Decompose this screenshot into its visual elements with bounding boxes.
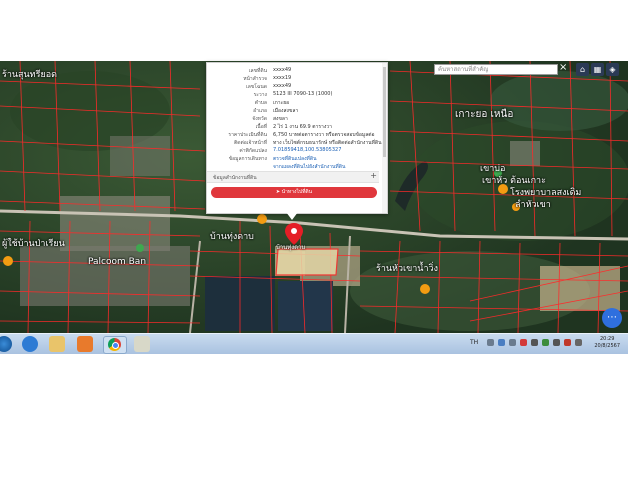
popup-row: ค่าพิกัดแปลง 7.01859418,100.53805327 — [207, 147, 385, 155]
volume-icon[interactable] — [575, 339, 582, 346]
home-icon[interactable]: ⌂ — [576, 63, 589, 76]
navigate-button[interactable]: ➤ นำทางไปที่ดิน — [211, 187, 377, 198]
popup-row-link[interactable]: ตรวจที่ดินแปลงที่ดิน — [273, 155, 317, 163]
layers-icon[interactable]: ◈ — [606, 63, 619, 76]
map-place-label: Palcoom Ban — [88, 257, 147, 267]
taskbar: TH 20:29 20/8/2567 — [0, 333, 628, 354]
search-input[interactable]: ค้นหาสถานที่สำคัญ — [434, 64, 558, 75]
popup-row-label: ตำบล — [254, 100, 267, 106]
map-place-label: ร้านหัวเขาน้ำวิ่ง — [376, 264, 438, 274]
popup-row-label: ติดต่อเจ้าหน้าที่ — [233, 140, 267, 146]
expand-icon[interactable]: + — [370, 171, 377, 180]
popup-row: หน้าสำรวจ xxxx19 — [207, 75, 385, 83]
system-clock[interactable]: 20:29 20/8/2567 — [594, 336, 620, 350]
app-icon[interactable] — [134, 336, 150, 352]
popup-row-value: xxxx19 — [273, 75, 292, 81]
folder-icon[interactable] — [49, 336, 65, 352]
tray-icon[interactable] — [531, 339, 538, 346]
popup-row: เลขโฉนด xxxx49 — [207, 83, 385, 91]
internet-explorer-icon[interactable] — [22, 336, 38, 352]
popup-row-label: ค่าพิกัดแปลง — [239, 148, 267, 154]
map-place-label: ผู้ใช้บ้านป่าเรียน — [2, 239, 65, 249]
section-title: ข้อมูลสำนักงานที่ดิน — [213, 175, 257, 181]
popup-row-value: สงขลา — [273, 116, 288, 122]
popup-row: จากแผลงที่ดินไปยังสำนักงานที่ดิน — [207, 163, 385, 171]
language-indicator[interactable]: TH — [470, 339, 478, 346]
popup-row: ราคาประเมินที่ดิน 6,750 บาทต่อตารางวา หรื… — [207, 131, 385, 139]
popup-row-value: 5123 III 7090-13 (1000) — [273, 91, 333, 97]
popup-row-value: ทาง เว็บไซต์กรมธนารักษ์ หรือติดต่อสำนักง… — [273, 140, 382, 146]
pin-caption: บ้านทุ่งดาบ — [276, 244, 306, 251]
tray-icon[interactable] — [520, 339, 527, 346]
map-place-label: เกาะยอ เหนือ — [455, 109, 514, 120]
land-office-section[interactable]: ข้อมูลสำนักงานที่ดิน + — [207, 171, 379, 183]
popup-row: จังหวัด สงขลา — [207, 115, 385, 123]
tray-icon[interactable] — [498, 339, 505, 346]
tray-icon[interactable] — [509, 339, 516, 346]
grid-icon[interactable]: ▦ — [591, 63, 604, 76]
popup-row-value: 6,750 บาทต่อตารางวา หรือตรวจสอบข้อมูลต่อ — [273, 132, 375, 138]
popup-row: ข้อมูลการเดินทาง ตรวจที่ดินแปลงที่ดิน — [207, 155, 385, 163]
close-icon[interactable]: × — [559, 62, 569, 75]
map-place-label: ร้านสุนทรียอด — [2, 70, 57, 80]
popup-row-label: เลขที่ดิน — [248, 68, 267, 74]
popup-row: เลขที่ดิน xxxx49 — [207, 67, 385, 75]
popup-row-value: 2 ไร่ 1 งาน 69.9 ตารางวา — [273, 124, 332, 130]
popup-row-label: หน้าสำรวจ — [243, 76, 267, 82]
popup-row-label: ข้อมูลการเดินทาง — [228, 156, 267, 162]
popup-row-value: xxxx49 — [273, 83, 292, 89]
map-place-label: บ้านทุ่งดาบ — [210, 232, 254, 242]
popup-row-label: เลขโฉนด — [246, 84, 267, 90]
parcel-info-popup: เลขที่ดิน xxxx49 หน้าสำรวจ xxxx19 เลขโฉนด xxx… — [206, 62, 388, 214]
media-player-icon[interactable] — [77, 336, 93, 352]
popup-row-label: จังหวัด — [252, 116, 267, 122]
popup-row: อำเภอ เมืองสงขลา — [207, 107, 385, 115]
map-place-label: ลำหัวเขา — [515, 200, 551, 210]
start-icon[interactable] — [0, 336, 12, 352]
navigate-button-label: นำทางไปที่ดิน — [281, 189, 313, 195]
popup-row-label: ระวาง — [253, 92, 267, 98]
floating-action-button[interactable]: ⋯ — [602, 308, 622, 328]
popup-pointer — [286, 212, 298, 220]
popup-row-value: xxxx49 — [273, 67, 292, 73]
popup-row-value: เมืองสงขลา — [273, 108, 299, 114]
clock-time: 20:29 — [599, 336, 615, 342]
tray-icon[interactable] — [564, 339, 571, 346]
bluetooth-icon[interactable] — [553, 339, 560, 346]
popup-row-value: เกาะยอ — [273, 100, 290, 106]
scrollbar-thumb[interactable] — [383, 67, 386, 157]
clock-date: 20/8/2567 — [594, 343, 620, 349]
tray-icon[interactable] — [487, 339, 494, 346]
popup-row-label: ราคาประเมินที่ดิน — [228, 132, 267, 138]
popup-row-label: อำเภอ — [253, 108, 267, 114]
popup-row-link[interactable]: 7.01859418,100.53805327 — [273, 147, 341, 153]
popup-row-link[interactable]: จากแผลงที่ดินไปยังสำนักงานที่ดิน — [273, 163, 345, 171]
popup-row: ตำบล เกาะยอ — [207, 99, 385, 107]
tray-icon[interactable] — [542, 339, 549, 346]
popup-row: เนื้อที่ 2 ไร่ 1 งาน 69.9 ตารางวา — [207, 123, 385, 131]
popup-scrollbar[interactable] — [382, 63, 387, 213]
popup-row-label: เนื้อที่ — [255, 124, 267, 130]
more-icon: ⋯ — [607, 312, 617, 323]
chrome-icon[interactable] — [103, 336, 127, 354]
popup-row: ระวาง 5123 III 7090-13 (1000) — [207, 91, 385, 99]
popup-row: ติดต่อเจ้าหน้าที่ ทาง เว็บไซต์กรมธนารักษ์… — [207, 139, 385, 147]
